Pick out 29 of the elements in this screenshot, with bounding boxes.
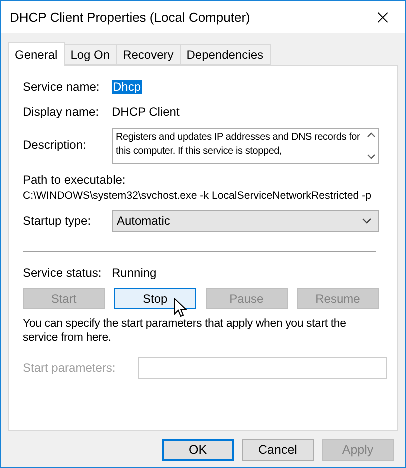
field-label: Start parameters:	[23, 361, 117, 375]
field-label: Description:	[23, 138, 88, 152]
window-title: DHCP Client Properties (Local Computer)	[10, 10, 250, 24]
tab[interactable]: Log On	[64, 44, 118, 65]
service-name-value: Dhcp	[112, 80, 142, 94]
field-label: Service name:	[23, 80, 101, 94]
service-control-button[interactable]: Stop	[114, 288, 196, 309]
description-box[interactable]: Registers and updates IP addresses and DNS records for this computer. If this service is stopped,	[112, 128, 379, 164]
tab[interactable]: Dependencies	[180, 44, 270, 65]
scroll-down-icon[interactable]	[366, 154, 376, 160]
field-label: Service status:	[23, 266, 103, 280]
description-text: Registers and updates IP addresses and DNS records for this computer. If this service is stopped,	[115, 131, 362, 159]
path-value: C:\WINDOWS\system32\svchost.exe -k LocalServiceNetworkRestricted -p	[23, 190, 373, 202]
close-button[interactable]: ×	[361, 1, 405, 33]
display-name-value: DHCP Client	[112, 104, 180, 118]
mouse-pointer-icon	[174, 298, 187, 318]
dialog-button[interactable]: Cancel	[242, 439, 314, 461]
field-label: Startup type:	[23, 214, 92, 228]
tab[interactable]: General	[8, 42, 65, 66]
chevron-down-icon	[362, 218, 372, 224]
hint-text: You can specify the start parameters that apply when you start the service from here.	[23, 317, 348, 345]
start-parameters-field[interactable]	[138, 357, 387, 379]
dialog-button[interactable]: OK	[162, 439, 234, 461]
tab[interactable]: Recovery	[116, 44, 181, 65]
startup-type-dropdown[interactable]: Automatic	[112, 210, 379, 232]
path-label: Path to executable:	[23, 173, 127, 187]
service-status-value: Running	[112, 266, 157, 280]
scroll-up-icon[interactable]	[366, 132, 376, 138]
field-label: Display name:	[23, 104, 100, 118]
